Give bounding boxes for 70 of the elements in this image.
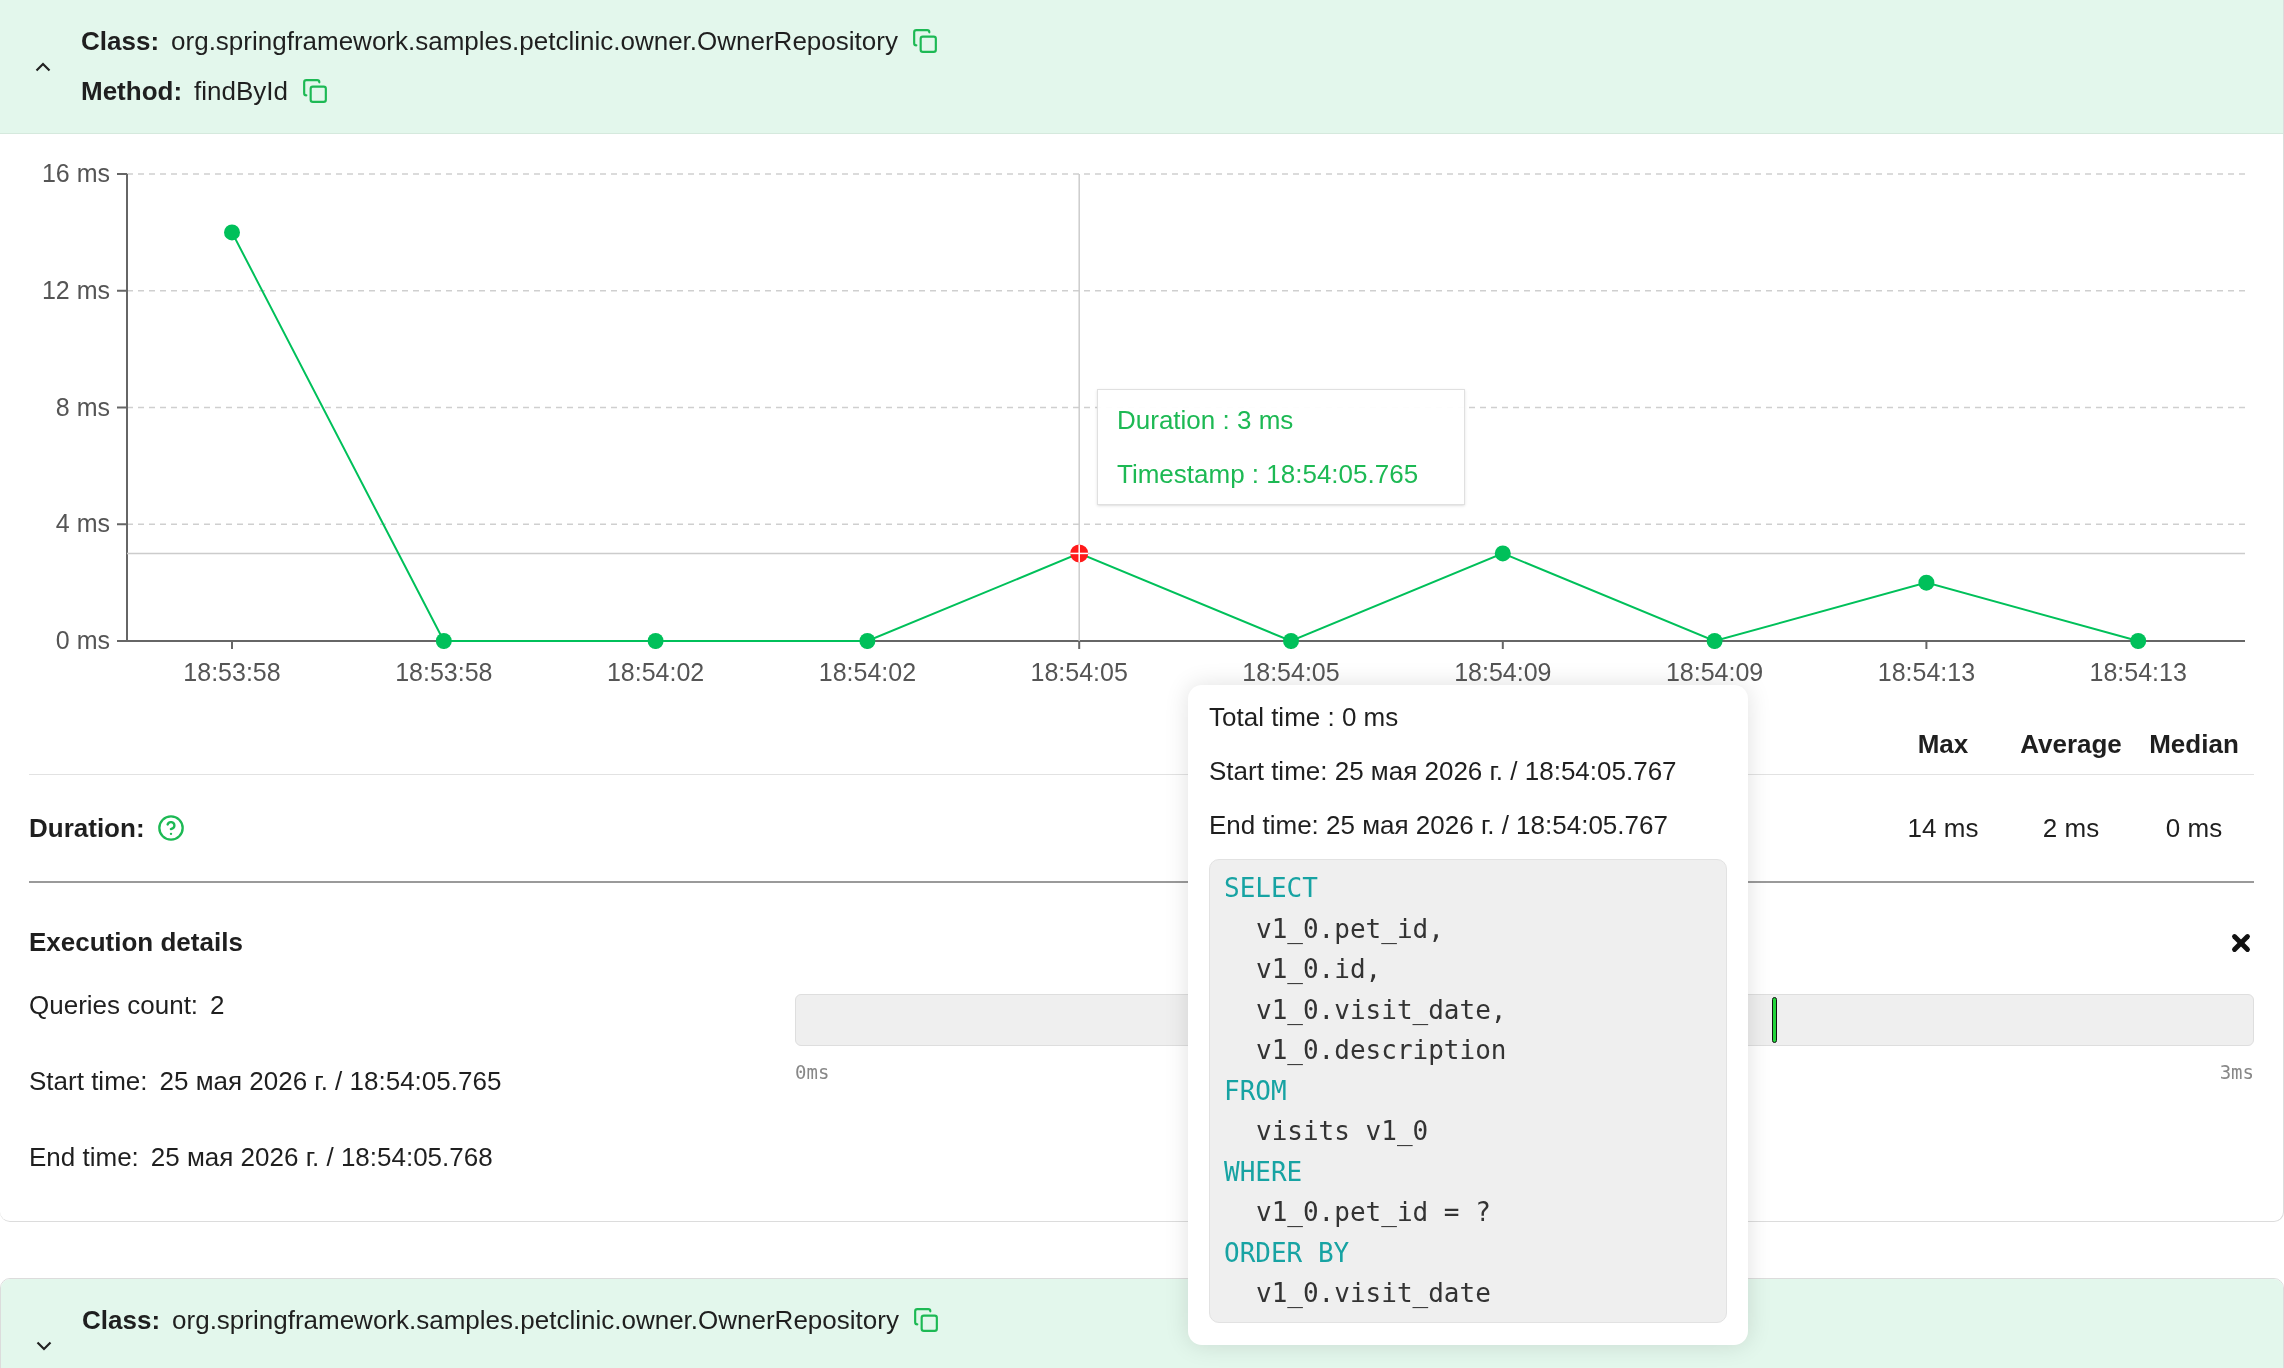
table-cell-text: 0 ms — [2164, 811, 2224, 845]
data-point[interactable] — [647, 633, 664, 649]
popup-text: End time: 25 мая 2026 г. / 18:54:05.767 — [1209, 809, 1669, 841]
sql-keyword: SELECT — [1224, 872, 1319, 905]
x-axis-label: 18:54:13 — [2089, 658, 2187, 686]
copy-icon[interactable] — [912, 1307, 939, 1333]
chevron-down-icon — [36, 1340, 52, 1351]
x-axis-label: 18:53:58 — [183, 658, 281, 686]
y-axis-label: 0 ms — [55, 626, 110, 654]
x-axis-label: 18:54:09 — [1454, 658, 1552, 686]
tooltip-text: Duration : 3 ms — [1117, 404, 1295, 436]
table-cell-text: 2 ms — [2041, 811, 2101, 845]
duration-label: Duration: — [29, 811, 145, 845]
copy-icon[interactable] — [911, 28, 938, 54]
sql-text: v1_0.pet_id = ? — [1255, 1196, 1492, 1229]
section-title: Execution details — [29, 926, 243, 959]
timeline-end-label: 3ms — [2219, 1060, 2254, 1085]
detail-value: 25 мая 2026 г. / 18:54:05.768 — [150, 1141, 493, 1174]
x-axis-label: 18:53:58 — [395, 658, 493, 686]
detail-value: 25 мая 2026 г. / 18:54:05.765 — [159, 1065, 502, 1098]
column-header: Average — [2019, 728, 2123, 761]
column-header: Median — [2148, 728, 2240, 761]
popup-text: Total time : 0 ms — [1209, 701, 1400, 733]
class-name: org.springframework.samples.petclinic.owner.OwnerRepository — [171, 26, 898, 56]
method-label: Method: — [81, 76, 183, 106]
sql-text: v1_0.visit_date, — [1255, 993, 1508, 1027]
query-marker[interactable] — [1772, 997, 1778, 1043]
copy-icon[interactable] — [302, 78, 329, 104]
data-point[interactable] — [1494, 545, 1511, 562]
data-point[interactable] — [224, 224, 240, 241]
data-point[interactable] — [435, 633, 452, 649]
y-axis-label: 4 ms — [55, 509, 110, 538]
class-name: org.springframework.samples.petclinic.owner.OwnerRepository — [172, 1305, 899, 1335]
data-point[interactable] — [2130, 633, 2147, 649]
class-label: Class: — [81, 26, 160, 56]
sql-text: v1_0.pet_id, — [1255, 912, 1445, 946]
popup-text: Start time: 25 мая 2026 г. / 18:54:05.767 — [1209, 755, 1678, 787]
sql-keyword: FROM — [1224, 1074, 1288, 1108]
detail-label: End time: — [29, 1141, 139, 1174]
detail-label: Start time: — [29, 1065, 148, 1098]
class-label: Class: — [82, 1305, 161, 1335]
sql-keyword: WHERE — [1224, 1155, 1304, 1189]
timeline-start-label: 0ms — [795, 1060, 830, 1085]
tooltip-text: Timestamp : 18:54:05.765 — [1117, 458, 1420, 490]
detail-value: 2 — [210, 989, 225, 1022]
sql-text: visits v1_0 — [1255, 1115, 1430, 1148]
sql-keyword: ORDER BY — [1224, 1236, 1351, 1270]
sql-text: v1_0.description — [1255, 1034, 1508, 1067]
x-axis-label: 18:54:13 — [1877, 658, 1976, 686]
y-axis-label: 16 ms — [41, 159, 110, 187]
data-point[interactable] — [1918, 574, 1935, 591]
help-icon[interactable] — [156, 814, 185, 842]
data-point[interactable] — [859, 633, 876, 649]
x-axis-label: 18:54:02 — [606, 658, 705, 686]
x-axis-label: 18:54:05 — [1030, 658, 1128, 686]
sql-text: v1_0.visit_date — [1255, 1277, 1492, 1310]
x-axis-label: 18:54:02 — [818, 658, 917, 686]
table-cell-text: 14 ms — [1906, 811, 1980, 845]
sql-text: v1_0.id, — [1255, 953, 1383, 986]
chevron-up-icon — [35, 61, 51, 72]
y-axis-label: 12 ms — [41, 275, 110, 304]
x-axis-label: 18:54:09 — [1665, 658, 1764, 686]
x-axis-label: 18:54:05 — [1242, 658, 1340, 686]
data-point[interactable] — [1706, 633, 1723, 649]
method-name: findById — [194, 76, 289, 106]
y-axis-label: 8 ms — [55, 392, 110, 421]
column-header: Max — [1916, 728, 1970, 761]
detail-label: Queries count: — [29, 989, 199, 1022]
highlighted-point[interactable] — [1069, 543, 1089, 564]
data-point[interactable] — [1283, 633, 1299, 649]
